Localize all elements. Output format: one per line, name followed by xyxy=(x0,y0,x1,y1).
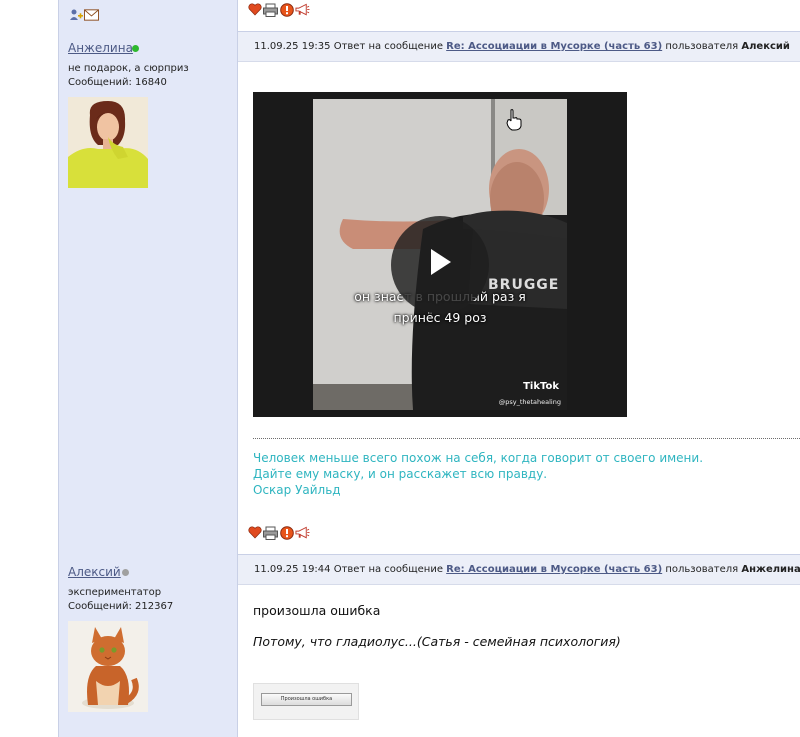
post-message: произошла ошибка xyxy=(253,603,381,618)
tiktok-handle: @psy_thetahealing xyxy=(498,398,561,406)
play-icon xyxy=(431,249,451,275)
mail-icon[interactable] xyxy=(84,7,99,22)
reply-user-prefix: пользователя xyxy=(665,564,739,575)
post-action-icons xyxy=(247,525,310,540)
author-name-link[interactable]: Анжелина xyxy=(68,41,133,55)
heart-icon[interactable] xyxy=(247,525,262,540)
post-header: 11.09.25 19:35 Ответ на сообщение Re: Ас… xyxy=(238,31,800,62)
author-post-count: Сообщений: 212367 xyxy=(68,601,174,612)
cursor-hand-icon xyxy=(506,109,522,131)
post-date: 11.09.25 19:44 xyxy=(254,564,331,575)
prev-post-action-icons xyxy=(247,2,310,17)
video-embed[interactable]: BRUGGE он знает в прошлый раз я принёс 4… xyxy=(253,92,627,417)
report-icon[interactable] xyxy=(279,2,294,17)
avatar[interactable] xyxy=(68,621,148,712)
megaphone-icon[interactable] xyxy=(295,525,310,540)
print-icon[interactable] xyxy=(263,2,278,17)
page-gutter xyxy=(0,0,58,737)
post-header: 11.09.25 19:44 Ответ на сообщение Re: Ас… xyxy=(238,554,800,585)
attached-image[interactable]: Произошла ошибка xyxy=(253,683,359,720)
author-status: экспериментатор xyxy=(68,587,162,598)
signature-line: Человек меньше всего похож на себя, когд… xyxy=(253,451,704,465)
tiktok-logo: TikTok xyxy=(523,381,559,392)
reply-user[interactable]: Анжелина xyxy=(741,564,800,575)
reply-user[interactable]: Алексий xyxy=(741,41,790,52)
reply-topic-link[interactable]: Re: Ассоциации в Мусорке (часть 63) xyxy=(446,41,662,52)
heart-icon[interactable] xyxy=(247,2,262,17)
signature-divider xyxy=(253,438,800,439)
megaphone-icon[interactable] xyxy=(295,2,310,17)
reply-topic-link[interactable]: Re: Ассоциации в Мусорке (часть 63) xyxy=(446,564,662,575)
signature-line: Оскар Уайльд xyxy=(253,483,341,497)
attached-image-text: Произошла ошибка xyxy=(261,693,352,706)
avatar[interactable] xyxy=(68,97,148,188)
offline-status-icon xyxy=(122,569,129,576)
author-status: не подарок, а сюрприз xyxy=(68,63,189,74)
print-icon[interactable] xyxy=(263,525,278,540)
prev-post-user-actions xyxy=(68,7,99,22)
online-status-icon xyxy=(132,45,139,52)
reply-user-prefix: пользователя xyxy=(665,41,739,52)
author-name-link[interactable]: Алексий xyxy=(68,565,121,579)
reply-prefix: Ответ на сообщение xyxy=(333,564,443,575)
post-message-italic: Потому, что гладиолус...(Сатья - семейна… xyxy=(253,634,621,649)
reply-prefix: Ответ на сообщение xyxy=(333,41,443,52)
play-button[interactable] xyxy=(391,216,489,314)
prev-post-content xyxy=(238,0,800,31)
post-date: 11.09.25 19:35 xyxy=(254,41,331,52)
report-icon[interactable] xyxy=(279,525,294,540)
signature-line: Дайте ему маску, и он расскажет всю прав… xyxy=(253,467,548,481)
add-friend-icon[interactable] xyxy=(68,7,83,22)
author-post-count: Сообщений: 16840 xyxy=(68,77,167,88)
